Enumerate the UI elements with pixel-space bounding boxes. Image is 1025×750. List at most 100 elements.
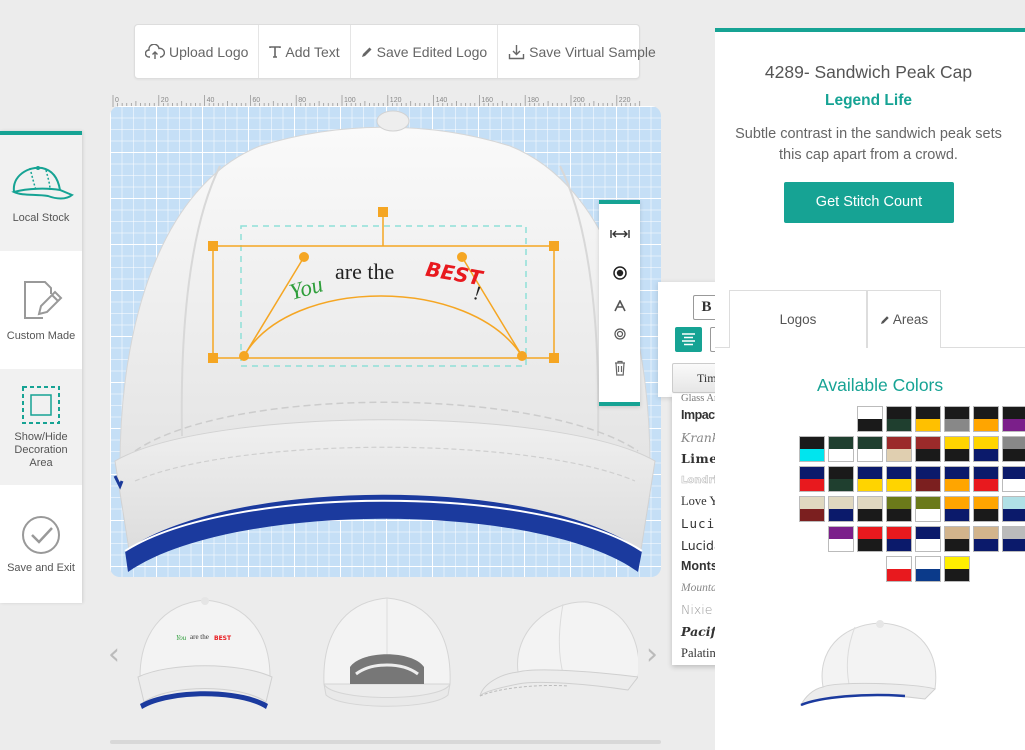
sidebar-item-custom-made[interactable]: Custom Made — [0, 252, 82, 369]
color-swatch[interactable] — [915, 466, 941, 492]
color-swatch[interactable] — [886, 466, 912, 492]
swatch-top — [1003, 527, 1025, 539]
swatch-bottom — [916, 539, 940, 551]
color-swatch[interactable] — [886, 526, 912, 552]
color-swatch[interactable] — [857, 466, 883, 492]
color-swatch[interactable] — [973, 526, 999, 552]
color-swatch[interactable] — [886, 496, 912, 522]
color-swatch[interactable] — [1002, 406, 1025, 432]
color-swatch[interactable] — [973, 436, 999, 462]
color-swatch[interactable] — [973, 406, 999, 432]
color-swatch[interactable] — [973, 466, 999, 492]
font-style-button[interactable] — [599, 292, 640, 320]
save-edited-logo-button[interactable]: Save Edited Logo — [351, 25, 499, 78]
sidebar-item-show-hide-decoration[interactable]: Show/Hide Decoration Area — [0, 369, 82, 486]
stretch-width-button[interactable] — [599, 214, 640, 253]
thumbnail-scrollbar[interactable] — [110, 740, 661, 744]
center-button[interactable] — [599, 253, 640, 292]
swatch-top — [858, 467, 882, 479]
color-swatch[interactable] — [857, 526, 883, 552]
color-swatch[interactable] — [828, 526, 854, 552]
color-swatch[interactable] — [799, 466, 825, 492]
tab-areas[interactable]: Areas — [867, 290, 941, 348]
color-swatch[interactable] — [857, 496, 883, 522]
swatch-top — [916, 467, 940, 479]
get-stitch-count-button[interactable]: Get Stitch Count — [784, 182, 954, 223]
color-swatch[interactable] — [944, 526, 970, 552]
align-center-button[interactable] — [675, 327, 702, 352]
thumbnail-prev-arrow[interactable]: ‹ — [108, 637, 120, 672]
color-swatch[interactable] — [857, 436, 883, 462]
product-name: 4289- Sandwich Peak Cap — [764, 62, 973, 82]
color-swatch[interactable] — [886, 406, 912, 432]
swatch-bottom — [945, 509, 969, 521]
sidebar-item-label: Custom Made — [6, 329, 76, 342]
color-swatch[interactable] — [915, 526, 941, 552]
swatch-bottom — [974, 479, 998, 491]
color-swatch[interactable] — [799, 436, 825, 462]
edit-document-icon — [24, 280, 63, 319]
tab-logos[interactable]: Logos — [729, 290, 867, 348]
swatch-top — [800, 437, 824, 449]
color-swatch[interactable] — [944, 436, 970, 462]
swatch-bottom — [916, 479, 940, 491]
sidebar-item-label: Save and Exit — [7, 561, 75, 574]
swatch-bottom — [974, 539, 998, 551]
upload-logo-label: Upload Logo — [169, 43, 249, 60]
color-swatch[interactable] — [944, 496, 970, 522]
color-swatch[interactable] — [915, 496, 941, 522]
color-swatch[interactable] — [828, 496, 854, 522]
color-swatch[interactable] — [915, 406, 941, 432]
swatch-bottom — [829, 479, 853, 491]
swatch-top — [974, 527, 998, 539]
swatch-bottom — [887, 569, 911, 581]
swatch-top — [916, 527, 940, 539]
color-swatch[interactable] — [828, 466, 854, 492]
ruler-label: 140 — [436, 97, 448, 104]
color-swatch[interactable] — [915, 556, 941, 582]
swatch-top — [974, 497, 998, 509]
color-swatch[interactable] — [1002, 436, 1025, 462]
swatch-bottom — [887, 539, 911, 551]
color-swatch[interactable] — [886, 556, 912, 582]
color-swatch[interactable] — [944, 466, 970, 492]
ruler-label: 100 — [344, 97, 356, 104]
upload-logo-button[interactable]: Upload Logo — [135, 25, 260, 78]
color-swatch[interactable] — [1002, 466, 1025, 492]
swatch-top — [1003, 407, 1025, 419]
add-text-button[interactable]: Add Text — [259, 25, 351, 78]
thumbnail-front-view[interactable]: You are the BEST — [130, 592, 290, 717]
color-swatches — [715, 406, 1025, 586]
cloud-upload-icon — [145, 43, 165, 59]
design-text-are-the[interactable]: are the — [335, 259, 394, 284]
thumbnail-side-view[interactable] — [478, 592, 638, 717]
color-swatch[interactable] — [1002, 496, 1025, 522]
swatch-top — [858, 497, 882, 509]
color-button[interactable] — [599, 320, 640, 348]
swatch-bottom — [1003, 449, 1025, 461]
ruler-label: 160 — [481, 97, 493, 104]
sidebar-item-local-stock[interactable]: Local Stock — [0, 135, 82, 252]
color-swatch[interactable] — [915, 436, 941, 462]
swatch-top — [974, 407, 998, 419]
swatch-top — [945, 437, 969, 449]
delete-button[interactable] — [599, 348, 640, 388]
thumbnail-back-view[interactable] — [312, 592, 472, 717]
font-a-icon — [613, 300, 626, 312]
color-swatch[interactable] — [799, 496, 825, 522]
swatch-top — [945, 497, 969, 509]
sidebar-item-save-exit[interactable]: Save and Exit — [0, 486, 82, 603]
color-swatch[interactable] — [973, 496, 999, 522]
color-swatch[interactable] — [944, 556, 970, 582]
color-swatch[interactable] — [944, 406, 970, 432]
color-swatch[interactable] — [857, 406, 883, 432]
thumbnail-next-arrow[interactable]: › — [646, 637, 658, 672]
save-virtual-sample-button[interactable]: Save Virtual Sample — [498, 25, 666, 78]
color-swatch[interactable] — [1002, 526, 1025, 552]
swatch-top — [887, 527, 911, 539]
color-swatch[interactable] — [886, 436, 912, 462]
color-swatch[interactable] — [828, 436, 854, 462]
design-canvas[interactable]: You are the BEST ! — [110, 106, 661, 577]
swatch-top — [974, 437, 998, 449]
available-colors-heading: Available Colors — [817, 375, 944, 395]
